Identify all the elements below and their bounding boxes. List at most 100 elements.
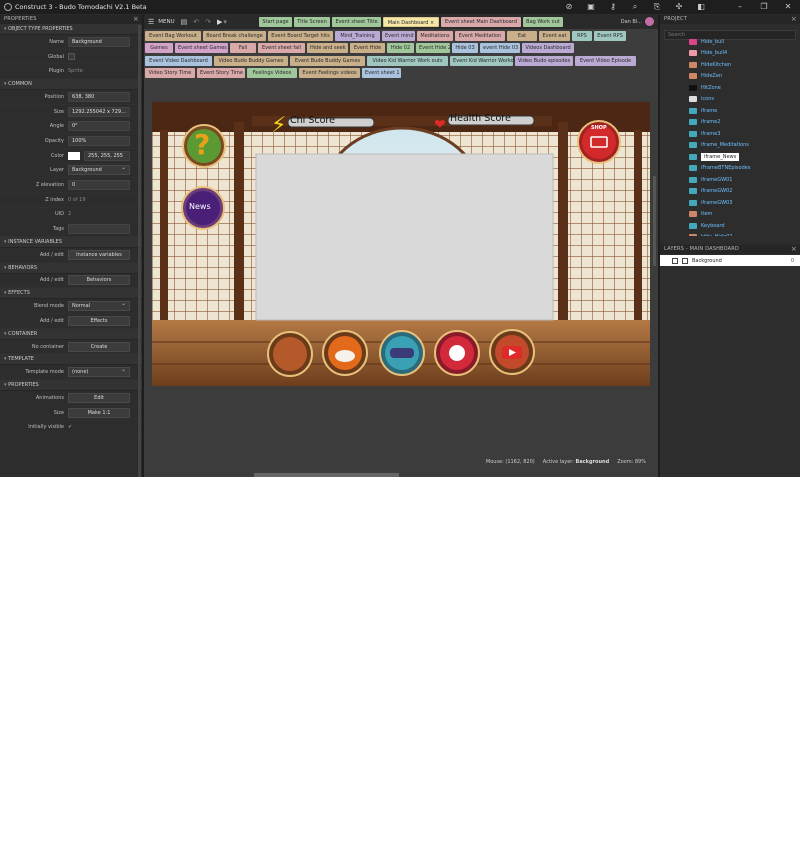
addon-icon[interactable]: ✣ bbox=[674, 2, 684, 12]
tab-event-bag-workout[interactable]: Event Bag Workout bbox=[145, 31, 201, 41]
prop-button-behaviors[interactable]: Behaviors bbox=[68, 275, 130, 286]
project-item-iframebtnepisodes[interactable]: iFrameBTNEpisodes bbox=[660, 163, 800, 175]
section-container[interactable]: CONTAINER bbox=[0, 328, 142, 340]
tab-board-break-challenge[interactable]: Board Break challenge bbox=[203, 31, 266, 41]
prop-input-angle[interactable]: 0° bbox=[68, 121, 130, 132]
prop-input-tags[interactable] bbox=[68, 224, 130, 235]
tab-event-rps[interactable]: Event RPS bbox=[594, 31, 626, 41]
project-item-hide-bull4[interactable]: Hide_bull4 bbox=[660, 48, 800, 60]
tab-event-hide-2[interactable]: Event Hide 2 bbox=[416, 43, 451, 53]
project-item-iframegw01[interactable]: iframeGW01 bbox=[660, 174, 800, 186]
tab-event-feelings-videos[interactable]: Event Feelings videos bbox=[299, 68, 360, 78]
project-item-iframe3[interactable]: iframe3 bbox=[660, 128, 800, 140]
tab-event-video-episode[interactable]: Event Video Episode bbox=[575, 56, 636, 66]
tab-event-sheet-main-dashboard[interactable]: Event sheet Main Dashboard bbox=[441, 17, 521, 27]
no-preview-icon[interactable]: ⊘ bbox=[564, 2, 574, 12]
news-button[interactable]: News bbox=[189, 202, 211, 211]
prop-button-make-1-1[interactable]: Make 1:1 bbox=[68, 407, 130, 418]
project-item-iframe[interactable]: iframe bbox=[660, 105, 800, 117]
prop-input-opacity[interactable]: 100% bbox=[68, 135, 130, 146]
project-item-iframe2[interactable]: iframe2 bbox=[660, 117, 800, 129]
project-item-icons[interactable]: icons bbox=[660, 94, 800, 106]
tab-fall[interactable]: Fall bbox=[230, 43, 256, 53]
close-panel-icon[interactable]: × bbox=[133, 15, 139, 24]
tab-event-mind[interactable]: Event mind bbox=[382, 31, 415, 41]
tab-event-hide-03[interactable]: event Hide 03 bbox=[480, 43, 520, 53]
project-item-hitzone[interactable]: HitZone bbox=[660, 82, 800, 94]
prop-input-color[interactable]: 255, 255, 255 bbox=[84, 150, 130, 161]
tab-hide-03[interactable]: Hide 03 bbox=[452, 43, 478, 53]
tab-mind-training[interactable]: Mind_Training bbox=[335, 31, 380, 41]
project-item-kitty-hide02[interactable]: kitty_Hide02 bbox=[660, 232, 800, 236]
key-icon[interactable]: ⚷ bbox=[608, 2, 618, 12]
notification-icon[interactable]: ◧ bbox=[696, 2, 706, 12]
tab-start-page[interactable]: Start page bbox=[259, 17, 292, 27]
tab-video-kid-warrior-work-outs[interactable]: Video Kid Warrior Work outs bbox=[367, 56, 448, 66]
properties-scrollbar[interactable] bbox=[138, 25, 141, 477]
section-properties[interactable]: PROPERTIES bbox=[0, 380, 142, 392]
layer-row-background[interactable]: Background 0 bbox=[660, 255, 800, 266]
tab-event-video-dashboard[interactable]: Event Video Dashboard bbox=[145, 56, 212, 66]
layout-view[interactable]: ⚡ ❤ Chi Score Health Score ? News SHOP M… bbox=[144, 96, 658, 477]
section-behaviors[interactable]: BEHAVIORS bbox=[0, 262, 142, 274]
prop-button-create[interactable]: Create bbox=[68, 341, 130, 352]
prop-button-instance-variables[interactable]: Instance variables bbox=[68, 249, 130, 260]
prop-input-position[interactable]: 638, 380 bbox=[68, 91, 130, 102]
project-item-hidekitchen[interactable]: HideKitchen bbox=[660, 59, 800, 71]
restore-icon[interactable]: ❐ bbox=[752, 0, 776, 14]
tab-games[interactable]: Games bbox=[145, 43, 173, 53]
section-object-type-properties[interactable]: OBJECT TYPE PROPERTIES bbox=[0, 24, 142, 35]
project-item-keyboard[interactable]: Keyboard bbox=[660, 220, 800, 232]
search-icon[interactable]: ⌕ bbox=[630, 2, 640, 12]
project-item-hidezen[interactable]: HideZen bbox=[660, 71, 800, 83]
tab-video-budo-buddy-games[interactable]: Video Budo Buddy Games bbox=[214, 56, 288, 66]
file-icon[interactable]: ⎘ bbox=[652, 2, 662, 12]
tab-meditations[interactable]: Meditations bbox=[417, 31, 453, 41]
prop-select-template-mode[interactable]: (none) bbox=[68, 366, 130, 378]
layout-vscrollbar[interactable] bbox=[653, 176, 656, 266]
tab-event-budo-buddy-games[interactable]: Event Budo Buddy Games bbox=[290, 56, 365, 66]
prop-input-z-elevation[interactable]: 0 bbox=[68, 180, 130, 191]
tab-event-sheet-1[interactable]: Event sheet 1 bbox=[362, 68, 401, 78]
prop-select-layer[interactable]: Background bbox=[68, 164, 130, 176]
prop-checkbox-initially-visible[interactable]: ✓ bbox=[68, 424, 72, 430]
prop-button-effects[interactable]: Effects bbox=[68, 315, 130, 326]
tab-feelings-videos[interactable]: Feelings Videos bbox=[247, 68, 297, 78]
prop-checkbox-global[interactable] bbox=[68, 53, 75, 61]
tab-title-screen[interactable]: Title Screen bbox=[294, 17, 330, 27]
lock-icon[interactable] bbox=[682, 257, 688, 264]
save-icon[interactable]: ▣ bbox=[586, 2, 596, 12]
tab-bag-work-out[interactable]: Bag Work out bbox=[523, 17, 563, 27]
project-item-iframegw03[interactable]: iframeGW03 bbox=[660, 197, 800, 209]
tab-event-sheet-fall[interactable]: Event sheet fall bbox=[258, 43, 305, 53]
section-common[interactable]: COMMON bbox=[0, 79, 142, 91]
project-item-item[interactable]: item bbox=[660, 209, 800, 221]
prop-select-blend-mode[interactable]: Normal bbox=[68, 300, 130, 312]
section-instance-variables[interactable]: INSTANCE VARIABLES bbox=[0, 236, 142, 248]
tab-event-sheet-title[interactable]: Event sheet Title bbox=[332, 17, 381, 27]
tab-event-meditation[interactable]: Event Meditation bbox=[455, 31, 505, 41]
tab-main-dashboard[interactable]: Main Dashboard × bbox=[383, 17, 439, 27]
project-item-iframegw02[interactable]: iframeGW02 bbox=[660, 186, 800, 198]
project-item-iframe-news[interactable]: iframe_News bbox=[660, 151, 800, 163]
close-icon[interactable]: ✕ bbox=[776, 0, 800, 14]
shop-button[interactable]: SHOP bbox=[591, 125, 607, 131]
tab-event-kid-warrior-workouts[interactable]: Event Kid Warrior Workouts bbox=[450, 56, 521, 66]
tab-videos-dashboard[interactable]: Videos Dashboard bbox=[522, 43, 574, 53]
tab-eat[interactable]: Eat bbox=[507, 31, 537, 41]
layout-hscrollbar[interactable] bbox=[254, 473, 399, 477]
tab-hide-02[interactable]: Hide 02 bbox=[387, 43, 414, 53]
prop-button-edit[interactable]: Edit bbox=[68, 392, 130, 403]
color-swatch[interactable] bbox=[68, 151, 80, 160]
project-item-iframe-meditations[interactable]: iframe_Meditations bbox=[660, 140, 800, 152]
tab-video-story-time[interactable]: Video Story Time bbox=[145, 68, 195, 78]
tab-hide-and-seek[interactable]: Hide and seek bbox=[307, 43, 348, 53]
tab-rps[interactable]: RPS bbox=[572, 31, 592, 41]
tab-event-hide[interactable]: Event Hide bbox=[350, 43, 385, 53]
prop-input-name[interactable]: Background bbox=[68, 36, 130, 47]
minimize-icon[interactable]: – bbox=[728, 0, 752, 14]
section-template[interactable]: TEMPLATE bbox=[0, 354, 142, 366]
tab-event-story-time[interactable]: Event Story Time bbox=[197, 68, 245, 78]
prop-input-size[interactable]: 1292.255042 x 729... bbox=[68, 106, 130, 117]
close-panel-icon[interactable]: × bbox=[791, 245, 797, 254]
